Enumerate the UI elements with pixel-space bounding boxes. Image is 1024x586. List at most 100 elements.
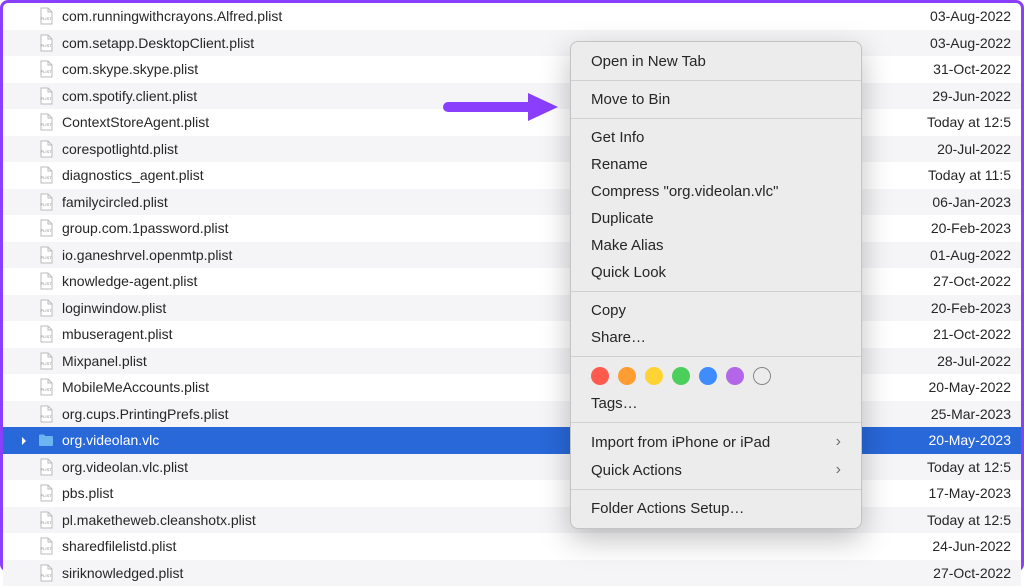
tag-purple[interactable] — [726, 367, 744, 385]
menu-quick-actions-label: Quick Actions — [591, 462, 682, 479]
file-row[interactable]: PLISTpbs.plist17-May-2023 — [3, 480, 1021, 507]
svg-text:PLIST: PLIST — [40, 361, 52, 366]
svg-text:PLIST: PLIST — [40, 149, 52, 154]
svg-text:PLIST: PLIST — [40, 334, 52, 339]
file-row[interactable]: PLISTcom.skype.skype.plist31-Oct-2022 — [3, 56, 1021, 83]
file-date: 27-Oct-2022 — [901, 565, 1011, 581]
plist-file-icon: PLIST — [38, 404, 54, 424]
file-row[interactable]: org.videolan.vlc20-May-2023 — [3, 427, 1021, 454]
file-row[interactable]: PLISTfamilycircled.plist06-Jan-2023 — [3, 189, 1021, 216]
plist-file-icon: PLIST — [38, 33, 54, 53]
file-row[interactable]: PLISTcom.setapp.DesktopClient.plist03-Au… — [3, 30, 1021, 57]
file-date: 06-Jan-2023 — [901, 194, 1011, 210]
menu-make-alias[interactable]: Make Alias — [571, 232, 861, 259]
file-row[interactable]: PLISTio.ganeshrvel.openmtp.plist01-Aug-2… — [3, 242, 1021, 269]
tag-blue[interactable] — [699, 367, 717, 385]
file-date: 24-Jun-2022 — [901, 538, 1011, 554]
plist-file-icon: PLIST — [38, 377, 54, 397]
svg-text:PLIST: PLIST — [40, 387, 52, 392]
tag-orange[interactable] — [618, 367, 636, 385]
file-date: 27-Oct-2022 — [901, 273, 1011, 289]
plist-file-icon: PLIST — [38, 563, 54, 583]
plist-file-icon: PLIST — [38, 59, 54, 79]
file-row[interactable]: PLISTloginwindow.plist20-Feb-2023 — [3, 295, 1021, 322]
file-date: 01-Aug-2022 — [901, 247, 1011, 263]
disclosure-chevron-icon[interactable] — [18, 434, 30, 446]
svg-text:PLIST: PLIST — [40, 69, 52, 74]
menu-move-to-bin[interactable]: Move to Bin — [571, 86, 861, 113]
file-date: Today at 11:5 — [901, 167, 1011, 183]
svg-text:PLIST: PLIST — [40, 228, 52, 233]
plist-file-icon: PLIST — [38, 483, 54, 503]
file-row[interactable]: PLISTorg.cups.PrintingPrefs.plist25-Mar-… — [3, 401, 1021, 428]
file-date: 21-Oct-2022 — [901, 326, 1011, 342]
menu-quick-look[interactable]: Quick Look — [571, 259, 861, 286]
folder-icon — [38, 433, 54, 447]
chevron-right-icon: › — [836, 461, 841, 479]
file-date: 03-Aug-2022 — [901, 8, 1011, 24]
menu-divider — [571, 80, 861, 81]
svg-text:PLIST: PLIST — [40, 414, 52, 419]
plist-file-icon: PLIST — [38, 298, 54, 318]
svg-text:PLIST: PLIST — [40, 281, 52, 286]
file-date: 03-Aug-2022 — [901, 35, 1011, 51]
file-date: 20-May-2022 — [901, 379, 1011, 395]
file-row[interactable]: PLISTgroup.com.1password.plist20-Feb-202… — [3, 215, 1021, 242]
tag-green[interactable] — [672, 367, 690, 385]
menu-import-label: Import from iPhone or iPad — [591, 434, 770, 451]
tag-yellow[interactable] — [645, 367, 663, 385]
file-row[interactable]: PLISTMobileMeAccounts.plist20-May-2022 — [3, 374, 1021, 401]
menu-import-device[interactable]: Import from iPhone or iPad › — [571, 428, 861, 456]
menu-share[interactable]: Share… — [571, 324, 861, 351]
plist-file-icon: PLIST — [38, 324, 54, 344]
plist-file-icon: PLIST — [38, 192, 54, 212]
menu-divider — [571, 422, 861, 423]
file-row[interactable]: PLISTdiagnostics_agent.plistToday at 11:… — [3, 162, 1021, 189]
file-date: 20-Feb-2023 — [901, 300, 1011, 316]
file-row[interactable]: PLISTorg.videolan.vlc.plistToday at 12:5 — [3, 454, 1021, 481]
file-row[interactable]: PLIST siriknowledged.plist27-Oct-2022 — [3, 560, 1021, 586]
menu-rename[interactable]: Rename — [571, 151, 861, 178]
menu-get-info[interactable]: Get Info — [571, 124, 861, 151]
svg-text:PLIST: PLIST — [40, 43, 52, 48]
svg-text:PLIST: PLIST — [40, 493, 52, 498]
file-date: Today at 12:5 — [901, 114, 1011, 130]
svg-text:PLIST: PLIST — [40, 520, 52, 525]
file-row[interactable]: PLISTMixpanel.plist28-Jul-2022 — [3, 348, 1021, 375]
tag-red[interactable] — [591, 367, 609, 385]
file-date: Today at 12:5 — [901, 512, 1011, 528]
svg-text:PLIST: PLIST — [40, 175, 52, 180]
tag-none[interactable] — [753, 367, 771, 385]
file-row[interactable]: PLISTmbuseragent.plist21-Oct-2022 — [3, 321, 1021, 348]
plist-file-icon: PLIST — [38, 510, 54, 530]
svg-text:PLIST: PLIST — [40, 96, 52, 101]
file-date: 20-May-2023 — [901, 432, 1011, 448]
file-date: 20-Jul-2022 — [901, 141, 1011, 157]
chevron-right-icon: › — [836, 433, 841, 451]
file-date: 28-Jul-2022 — [901, 353, 1011, 369]
file-row[interactable]: PLISTpl.maketheweb.cleanshotx.plistToday… — [3, 507, 1021, 534]
menu-divider — [571, 489, 861, 490]
plist-file-icon: PLIST — [38, 271, 54, 291]
plist-file-icon: PLIST — [38, 165, 54, 185]
menu-quick-actions[interactable]: Quick Actions › — [571, 456, 861, 484]
svg-text:PLIST: PLIST — [40, 122, 52, 127]
file-name: sharedfilelistd.plist — [62, 538, 901, 554]
menu-copy[interactable]: Copy — [571, 297, 861, 324]
file-date: 17-May-2023 — [901, 485, 1011, 501]
plist-file-icon: PLIST — [38, 112, 54, 132]
menu-open-new-tab[interactable]: Open in New Tab — [571, 48, 861, 75]
svg-text:PLIST: PLIST — [40, 308, 52, 313]
file-name: com.runningwithcrayons.Alfred.plist — [62, 8, 901, 24]
file-name: siriknowledged.plist — [62, 565, 901, 581]
file-row[interactable]: PLISTcom.runningwithcrayons.Alfred.plist… — [3, 3, 1021, 30]
file-row[interactable]: PLISTcorespotlightd.plist20-Jul-2022 — [3, 136, 1021, 163]
menu-tags[interactable]: Tags… — [571, 390, 861, 417]
file-row[interactable]: PLISTknowledge-agent.plist27-Oct-2022 — [3, 268, 1021, 295]
menu-compress[interactable]: Compress "org.videolan.vlc" — [571, 178, 861, 205]
file-row[interactable]: PLISTsharedfilelistd.plist24-Jun-2022 — [3, 533, 1021, 560]
menu-divider — [571, 356, 861, 357]
menu-duplicate[interactable]: Duplicate — [571, 205, 861, 232]
menu-folder-actions[interactable]: Folder Actions Setup… — [571, 495, 861, 522]
menu-divider — [571, 118, 861, 119]
